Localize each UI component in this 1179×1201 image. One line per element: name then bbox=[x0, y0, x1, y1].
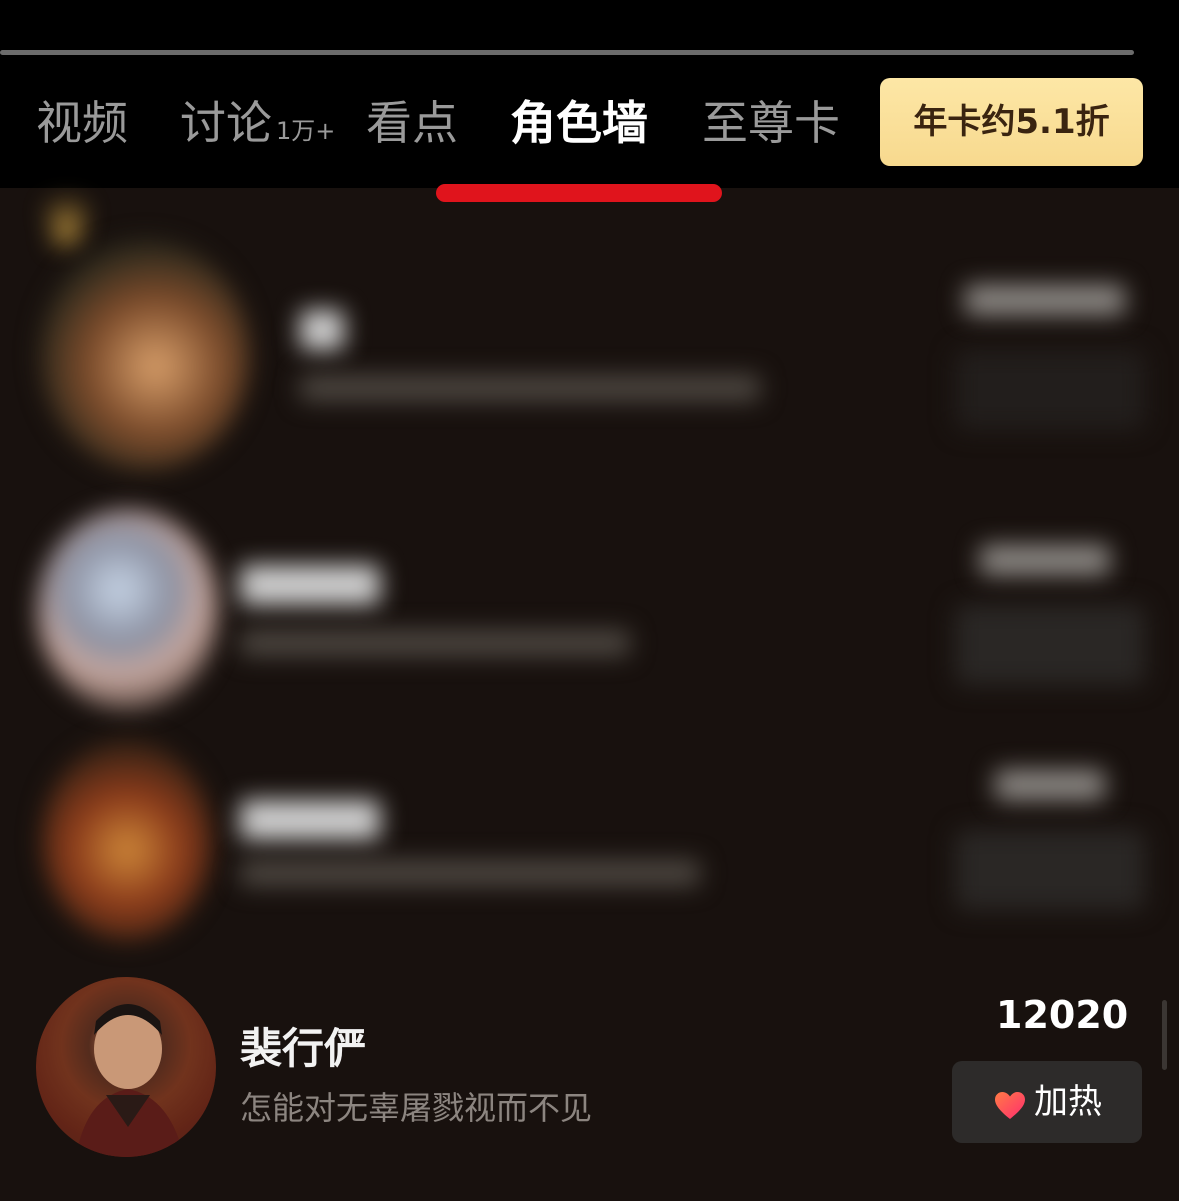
character-name-placeholder bbox=[240, 565, 380, 605]
heat-count: 12020 bbox=[996, 993, 1129, 1037]
list-item[interactable] bbox=[0, 720, 1179, 960]
tab-character-wall[interactable]: 角色墙 bbox=[510, 92, 648, 154]
heat-button-placeholder[interactable] bbox=[955, 830, 1145, 910]
page: 视频 讨论 1万+ 看点 角色墙 至尊卡 年卡约5.1折 ♛ 裴行俨 怎能对无辜… bbox=[0, 0, 1179, 1201]
avatar[interactable] bbox=[40, 240, 250, 470]
tab-label: 视频 bbox=[36, 96, 128, 150]
list-item[interactable]: 裴行俨 怎能对无辜屠戮视而不见 12020 加热 bbox=[0, 965, 1179, 1201]
crown-icon: ♛ bbox=[40, 190, 94, 260]
tab-videos[interactable]: 视频 bbox=[36, 92, 128, 154]
avatar[interactable] bbox=[42, 740, 212, 940]
heart-icon bbox=[995, 1092, 1025, 1119]
scrollbar[interactable] bbox=[1162, 1000, 1167, 1070]
heat-count-placeholder bbox=[980, 545, 1110, 575]
tab-count-badge: 1万+ bbox=[276, 117, 336, 145]
heat-button[interactable]: 加热 bbox=[952, 1061, 1142, 1143]
list-item[interactable] bbox=[0, 490, 1179, 720]
heat-button-placeholder[interactable] bbox=[955, 350, 1145, 430]
tab-discussion[interactable]: 讨论 1万+ bbox=[180, 92, 335, 162]
tab-label: 讨论 bbox=[180, 96, 272, 150]
list-item[interactable]: ♛ bbox=[0, 190, 1179, 490]
heat-count-placeholder bbox=[965, 285, 1125, 315]
character-quote: 怎能对无辜屠戮视而不见 bbox=[240, 1089, 593, 1127]
tab-highlights[interactable]: 看点 bbox=[366, 92, 458, 154]
tab-label: 角色墙 bbox=[510, 96, 648, 150]
character-quote-placeholder bbox=[300, 375, 760, 401]
tab-label: 看点 bbox=[366, 96, 458, 150]
promo-label: 年卡约5.1折 bbox=[913, 102, 1110, 142]
portrait-image bbox=[36, 977, 216, 1157]
character-quote-placeholder bbox=[240, 860, 700, 886]
heat-button-label: 加热 bbox=[1034, 1082, 1102, 1122]
character-name: 裴行俨 bbox=[240, 1024, 367, 1073]
heat-count-placeholder bbox=[995, 770, 1105, 800]
annual-card-promo-button[interactable]: 年卡约5.1折 bbox=[880, 78, 1143, 166]
avatar[interactable] bbox=[36, 977, 216, 1157]
character-name-placeholder bbox=[240, 800, 380, 840]
tab-label: 至尊卡 bbox=[702, 96, 840, 150]
tab-supreme-card[interactable]: 至尊卡 bbox=[702, 92, 840, 154]
character-quote-placeholder bbox=[240, 630, 630, 656]
progress-track[interactable] bbox=[0, 50, 1134, 55]
character-name-placeholder bbox=[300, 310, 344, 350]
heat-button-placeholder[interactable] bbox=[955, 605, 1145, 685]
avatar[interactable] bbox=[38, 510, 218, 710]
